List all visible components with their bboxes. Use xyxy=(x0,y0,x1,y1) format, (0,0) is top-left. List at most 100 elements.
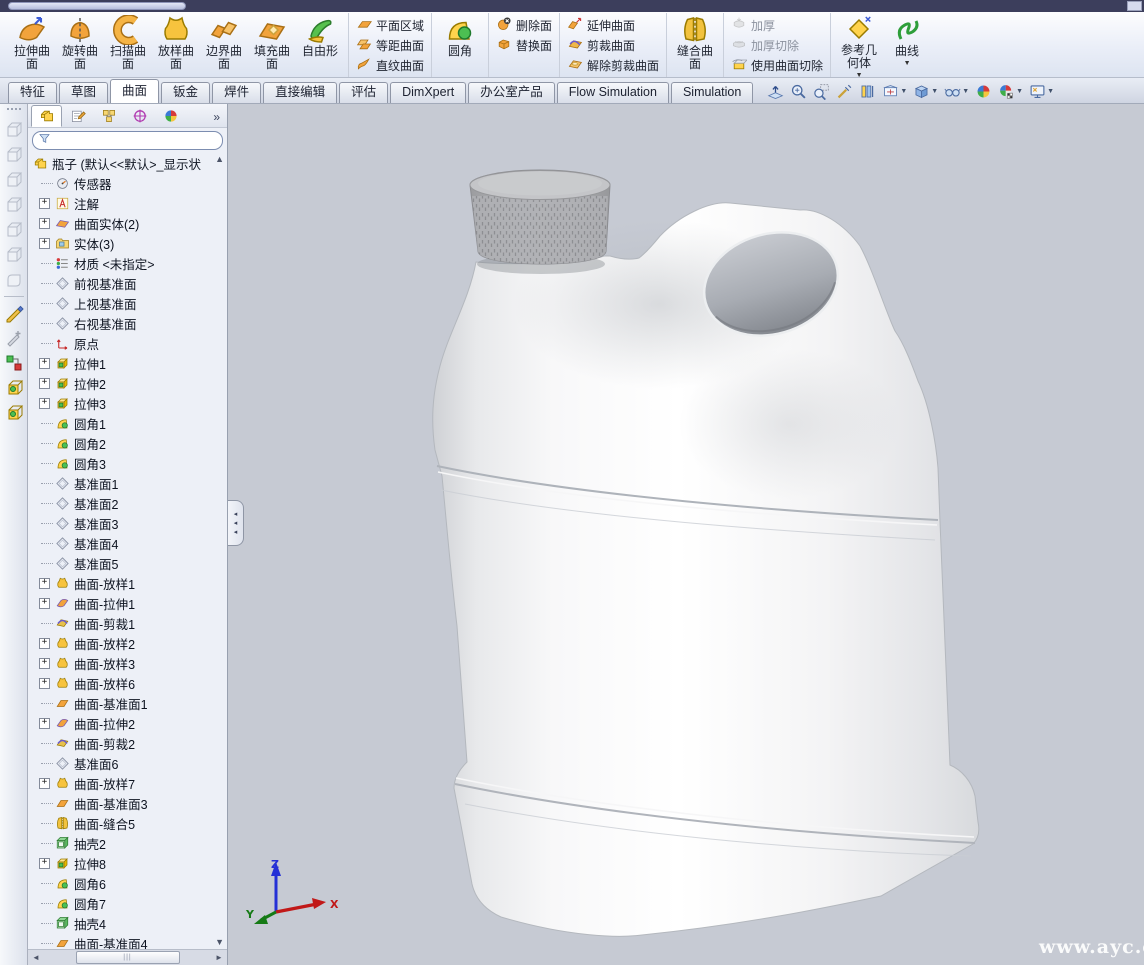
hscroll-track[interactable]: ||| xyxy=(42,951,213,964)
edit-appearance-button[interactable] xyxy=(975,83,992,100)
fm-tab-display-manager[interactable] xyxy=(155,105,186,127)
tree-item-抽壳4[interactable]: 抽壳4 xyxy=(28,913,227,933)
viewport-canvas[interactable]: Z X Y www.ayc.cn xyxy=(229,104,1144,965)
tree-item-基准面5[interactable]: 基准面5 xyxy=(28,553,227,573)
tree-item-基准面3[interactable]: 基准面3 xyxy=(28,513,227,533)
expand-toggle[interactable]: + xyxy=(39,578,50,589)
ribbon-button-sweep-surface[interactable]: 扫描曲面 xyxy=(104,13,152,77)
leftbar-button-8[interactable] xyxy=(3,302,25,324)
tree-item-曲面-放样1[interactable]: +曲面-放样1 xyxy=(28,573,227,593)
tree-scroll-down-arrow[interactable]: ▼ xyxy=(215,937,224,947)
expand-toggle[interactable]: + xyxy=(39,658,50,669)
dropdown-arrow-icon[interactable]: ▼ xyxy=(962,88,969,95)
fm-tab-featuremanager-tree[interactable] xyxy=(31,105,62,127)
expand-toggle[interactable]: + xyxy=(39,378,50,389)
ribbon-button-boundary-surface[interactable]: 边界曲面 xyxy=(200,13,248,77)
tree-item-曲面-放样7[interactable]: +曲面-放样7 xyxy=(28,773,227,793)
tree-item-右视基准面[interactable]: 右视基准面 xyxy=(28,313,227,333)
leftbar-button-1[interactable] xyxy=(3,144,25,166)
expand-toggle[interactable]: + xyxy=(39,598,50,609)
dropdown-arrow-icon[interactable]: ▼ xyxy=(904,60,911,67)
tree-item-曲面-剪裁2[interactable]: 曲面-剪裁2 xyxy=(28,733,227,753)
tree-item-拉伸1[interactable]: +拉伸1 xyxy=(28,353,227,373)
expand-toggle[interactable]: + xyxy=(39,238,50,249)
tree-item-曲面实体(2)[interactable]: +曲面实体(2) xyxy=(28,213,227,233)
tree-item-注解[interactable]: +注解 xyxy=(28,193,227,213)
expand-toggle[interactable]: + xyxy=(39,218,50,229)
section-view-button[interactable] xyxy=(859,83,876,100)
expand-toggle[interactable]: + xyxy=(39,198,50,209)
zoom-to-area-button[interactable] xyxy=(813,83,830,100)
tree-item-基准面4[interactable]: 基准面4 xyxy=(28,533,227,553)
tree-item-基准面1[interactable]: 基准面1 xyxy=(28,473,227,493)
tree-item-拉伸3[interactable]: +拉伸3 xyxy=(28,393,227,413)
filter-input[interactable] xyxy=(55,134,217,148)
ribbon-button-ruled-surface[interactable]: 直纹曲面 xyxy=(353,55,427,75)
apply-scene-button[interactable]: ▼ xyxy=(998,83,1023,100)
tree-item-抽壳2[interactable]: 抽壳2 xyxy=(28,833,227,853)
tree-item-传感器[interactable]: 传感器 xyxy=(28,173,227,193)
fm-tab-configuration-manager[interactable] xyxy=(93,105,124,127)
leftbar-button-6[interactable] xyxy=(3,269,25,291)
tree-root-item[interactable]: 瓶子 (默认<<默认>_显示状 xyxy=(28,153,227,173)
ribbon-button-fill-surface[interactable]: 填充曲面 xyxy=(248,13,296,77)
view-orientation-button[interactable]: ▼ xyxy=(882,83,907,100)
tab-曲面[interactable]: 曲面 xyxy=(110,79,159,103)
top-scroll-thumb[interactable] xyxy=(8,2,186,10)
ribbon-button-delete-face[interactable]: 删除面 xyxy=(493,15,555,35)
leftbar-button-3[interactable] xyxy=(3,194,25,216)
fm-tab-property-manager[interactable] xyxy=(62,105,93,127)
zoom-to-fit-button[interactable] xyxy=(767,83,784,100)
panel-splitter-handle[interactable]: ◂◂◂ xyxy=(228,500,244,546)
ribbon-button-thicken[interactable]: 加厚 xyxy=(728,15,826,35)
tree-item-原点[interactable]: 原点 xyxy=(28,333,227,353)
fm-tab-dimxpert-manager[interactable] xyxy=(124,105,155,127)
tree-horizontal-scrollbar[interactable]: ◄ ||| ► xyxy=(28,949,227,965)
ribbon-button-offset-surface[interactable]: 等距曲面 xyxy=(353,35,427,55)
ribbon-button-fillet-lg[interactable]: 圆角 xyxy=(436,13,484,77)
tab-DimXpert[interactable]: DimXpert xyxy=(390,82,466,103)
tree-item-基准面6[interactable]: 基准面6 xyxy=(28,753,227,773)
ribbon-button-freeform[interactable]: 自由形 xyxy=(296,13,344,77)
expand-toggle[interactable]: + xyxy=(39,638,50,649)
expand-toggle[interactable]: + xyxy=(39,718,50,729)
tree-item-拉伸8[interactable]: +拉伸8 xyxy=(28,853,227,873)
tree-item-圆角1[interactable]: 圆角1 xyxy=(28,413,227,433)
tree-item-拉伸2[interactable]: +拉伸2 xyxy=(28,373,227,393)
ribbon-button-replace-face[interactable]: 替换面 xyxy=(493,35,555,55)
leftbar-button-5[interactable] xyxy=(3,244,25,266)
tab-评估[interactable]: 评估 xyxy=(339,82,388,103)
leftbar-button-2[interactable] xyxy=(3,169,25,191)
tree-item-曲面-拉伸1[interactable]: +曲面-拉伸1 xyxy=(28,593,227,613)
ribbon-button-cut-with-surface[interactable]: 使用曲面切除 xyxy=(728,55,826,75)
expand-toggle[interactable]: + xyxy=(39,358,50,369)
leftbar-button-9[interactable] xyxy=(3,327,25,349)
leftbar-button-12[interactable] xyxy=(3,402,25,424)
previous-view-button[interactable] xyxy=(836,83,853,100)
leftbar-button-0[interactable] xyxy=(3,119,25,141)
dropdown-arrow-icon[interactable]: ▼ xyxy=(900,88,907,95)
ribbon-button-curves[interactable]: 曲线▼ xyxy=(883,13,931,77)
tree-item-曲面-缝合5[interactable]: 曲面-缝合5 xyxy=(28,813,227,833)
view-settings-button[interactable]: ▼ xyxy=(1029,83,1054,100)
tab-钣金[interactable]: 钣金 xyxy=(161,82,210,103)
tree-item-圆角2[interactable]: 圆角2 xyxy=(28,433,227,453)
expand-toggle[interactable]: + xyxy=(39,398,50,409)
hide-show-items-button[interactable]: ▼ xyxy=(944,83,969,100)
expand-toggle[interactable]: + xyxy=(39,778,50,789)
tree-item-曲面-放样6[interactable]: +曲面-放样6 xyxy=(28,673,227,693)
ribbon-button-reference-geometry[interactable]: 参考几何体▼ xyxy=(835,13,883,77)
tree-item-圆角3[interactable]: 圆角3 xyxy=(28,453,227,473)
tab-办公室产品[interactable]: 办公室产品 xyxy=(468,82,555,103)
tree-item-曲面-放样3[interactable]: +曲面-放样3 xyxy=(28,653,227,673)
feature-tree-filter[interactable] xyxy=(32,131,223,150)
tab-直接编辑[interactable]: 直接编辑 xyxy=(263,82,337,103)
ribbon-button-revolve-surface[interactable]: 旋转曲面 xyxy=(56,13,104,77)
tree-item-曲面-基准面4[interactable]: 曲面-基准面4 xyxy=(28,933,227,949)
dropdown-arrow-icon[interactable]: ▼ xyxy=(1016,88,1023,95)
tree-item-基准面2[interactable]: 基准面2 xyxy=(28,493,227,513)
ribbon-button-loft-surface[interactable]: 放样曲面 xyxy=(152,13,200,77)
tree-item-前视基准面[interactable]: 前视基准面 xyxy=(28,273,227,293)
dropdown-arrow-icon[interactable]: ▼ xyxy=(931,88,938,95)
tree-item-实体(3)[interactable]: +实体(3) xyxy=(28,233,227,253)
